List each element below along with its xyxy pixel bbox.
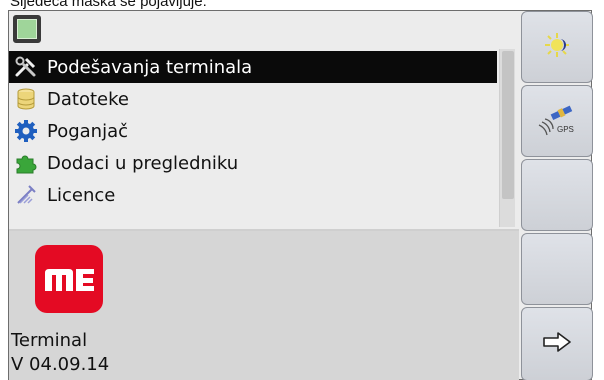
menu-item-label: Dodaci u pregledniku xyxy=(47,152,239,174)
menu-item-label: Podešavanja terminala xyxy=(47,56,253,78)
title-bar xyxy=(9,11,519,49)
brightness-softkey[interactable] xyxy=(521,11,593,83)
product-name: Terminal xyxy=(11,330,88,351)
gps-satellite-icon: GPS xyxy=(537,103,577,139)
menu-area: Podešavanja terminala Datoteke Poganjač … xyxy=(9,49,519,229)
menu-item-drivers[interactable]: Poganjač xyxy=(9,115,497,147)
menu-item-label: Licence xyxy=(47,184,116,206)
menu-item-files[interactable]: Datoteke xyxy=(9,83,497,115)
info-panel: Terminal V 04.09.14 xyxy=(9,231,519,380)
menu-item-label: Datoteke xyxy=(47,88,129,110)
softkey-bar: GPS xyxy=(521,11,593,380)
menu-scrollbar[interactable] xyxy=(499,49,515,227)
day-night-icon xyxy=(541,29,573,65)
menu-item-label: Poganjač xyxy=(47,120,129,142)
database-icon xyxy=(13,86,39,112)
menu-list: Podešavanja terminala Datoteke Poganjač … xyxy=(9,51,497,211)
menu-item-browser-plugins[interactable]: Dodaci u pregledniku xyxy=(9,147,497,179)
empty-softkey-1[interactable] xyxy=(521,159,593,231)
tools-icon xyxy=(13,54,39,80)
exit-softkey[interactable] xyxy=(521,307,593,380)
empty-softkey-2[interactable] xyxy=(521,233,593,305)
menu-item-terminal-settings[interactable]: Podešavanja terminala xyxy=(9,51,497,83)
gps-softkey[interactable]: GPS xyxy=(521,85,593,157)
puzzle-icon xyxy=(13,150,39,176)
terminal-info: Terminal V 04.09.14 xyxy=(11,329,311,377)
terminal-screen: Podešavanja terminala Datoteke Poganjač … xyxy=(8,10,593,380)
scrollbar-thumb[interactable] xyxy=(502,51,514,199)
page-caption: Sljedeća maska se pojavljuje: xyxy=(10,0,207,10)
version-text: V 04.09.14 xyxy=(11,354,110,375)
license-icon xyxy=(13,182,39,208)
menu-item-licenses[interactable]: Licence xyxy=(9,179,497,211)
gps-label: GPS xyxy=(557,125,574,134)
gear-icon xyxy=(13,118,39,144)
me-logo xyxy=(35,245,103,313)
main-panel: Podešavanja terminala Datoteke Poganjač … xyxy=(9,11,519,380)
terminal-screen-icon xyxy=(13,15,41,43)
arrow-right-icon xyxy=(542,332,572,356)
